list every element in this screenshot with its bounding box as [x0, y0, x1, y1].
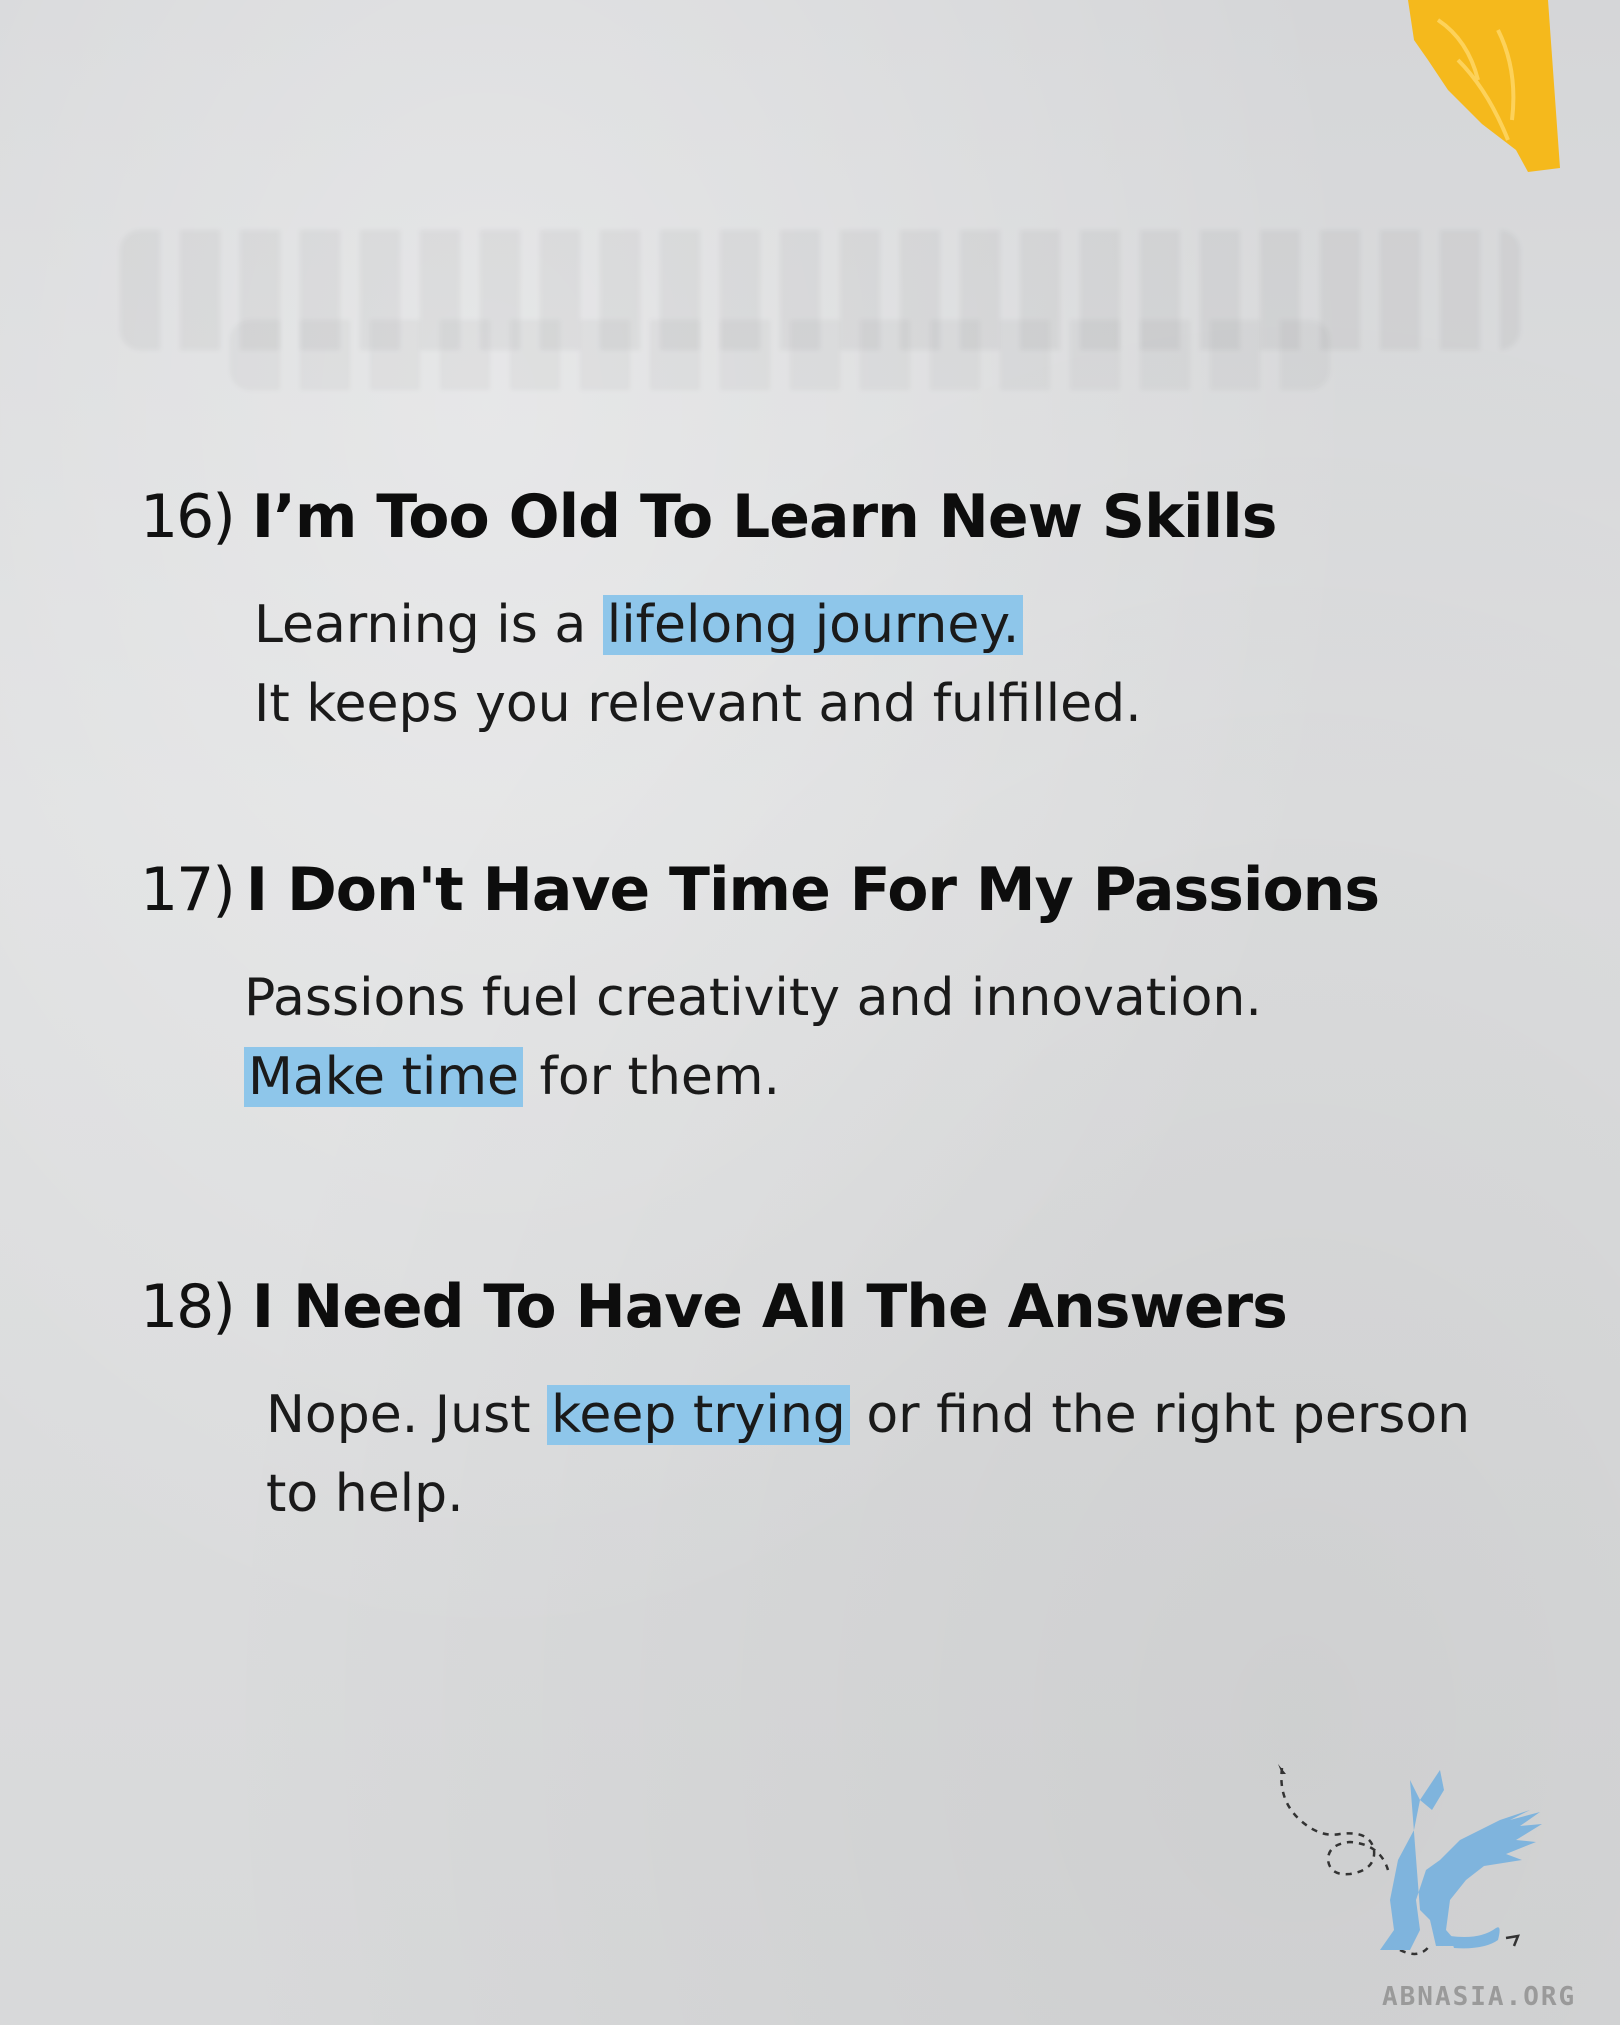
body-line-2: It keeps you relevant and fulfilled. [254, 674, 1142, 734]
item-17: 17) I Don't Have Time For My Passions Pa… [140, 855, 1560, 1117]
item-heading: 16) I’m Too Old To Learn New Skills [140, 482, 1560, 552]
item-body: Learning is a lifelong journey. It keeps… [254, 586, 1560, 744]
item-number: 18) [140, 1272, 236, 1342]
body-text: or find the right person [849, 1385, 1471, 1445]
body-text: Learning is a [254, 595, 603, 655]
item-16: 16) I’m Too Old To Learn New Skills Lear… [140, 482, 1560, 744]
item-title: I’m Too Old To Learn New Skills [251, 482, 1278, 552]
paper-texture [230, 320, 1330, 390]
body-line-2: Make time for them. [244, 1038, 1560, 1117]
item-heading: 18) I Need To Have All The Answers [140, 1272, 1560, 1342]
body-line-1: Learning is a lifelong journey. [254, 586, 1560, 665]
item-body: Passions fuel creativity and innovation.… [244, 959, 1560, 1117]
item-number: 17) [140, 855, 236, 925]
item-body: Nope. Just keep trying or find the right… [266, 1376, 1560, 1534]
body-text: for them. [523, 1047, 781, 1107]
body-line-2: to help. [266, 1464, 464, 1524]
tape-strip [1408, 0, 1560, 172]
highlighted-text: Make time [244, 1047, 523, 1107]
item-heading: 17) I Don't Have Time For My Passions [140, 855, 1560, 925]
item-18: 18) I Need To Have All The Answers Nope.… [140, 1272, 1560, 1534]
item-title: I Need To Have All The Answers [251, 1272, 1288, 1342]
site-url: ABNASIA.ORG [1382, 1982, 1577, 2012]
item-number: 16) [140, 482, 236, 552]
winged-griffin-icon [1278, 1764, 1542, 1956]
item-title: I Don't Have Time For My Passions [245, 855, 1380, 925]
highlighted-text: keep trying [547, 1385, 850, 1445]
body-line-1: Passions fuel creativity and innovation. [244, 968, 1262, 1028]
highlighted-text: lifelong journey. [602, 595, 1024, 655]
body-text: Nope. Just [266, 1385, 548, 1445]
body-line-1: Nope. Just keep trying or find the right… [266, 1376, 1560, 1455]
